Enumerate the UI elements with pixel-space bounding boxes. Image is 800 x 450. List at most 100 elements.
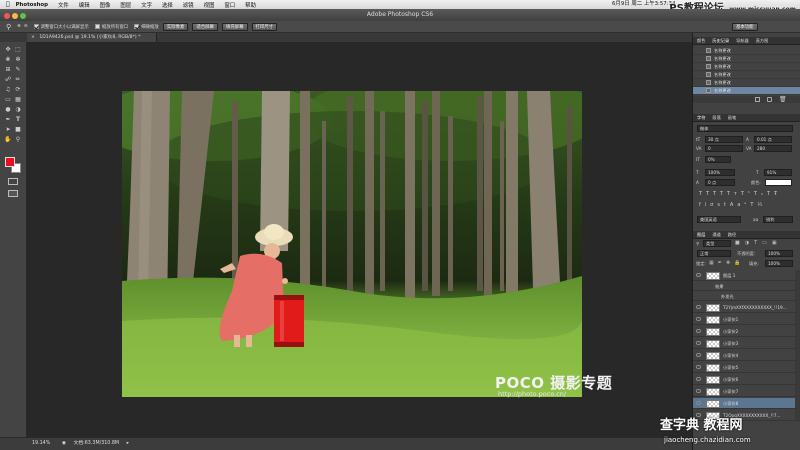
pen-tool-icon[interactable]: ✒ xyxy=(4,116,12,124)
print-size-button[interactable]: 打印尺寸 xyxy=(251,22,278,31)
tab-history[interactable]: 历史记录 xyxy=(712,38,729,43)
brush-tool-icon[interactable]: ✏ xyxy=(14,76,22,84)
menu-window[interactable]: 窗口 xyxy=(224,1,235,9)
shape-tool-icon[interactable]: ■ xyxy=(14,126,22,134)
font-size-field[interactable]: 30 点 xyxy=(705,136,743,143)
layer-row[interactable]: T2YjmXXfXXXXXXXXXX_!!19... xyxy=(693,302,795,314)
kerning-field[interactable]: 0 xyxy=(705,145,743,152)
status-zoom[interactable]: 19.14% xyxy=(32,441,50,446)
menu-file[interactable]: 文件 xyxy=(58,1,69,9)
layer-row[interactable]: 小家伙7 xyxy=(693,386,795,398)
tab-channels[interactable]: 通道 xyxy=(712,232,720,237)
vertical-scale-field[interactable]: 91% xyxy=(764,169,792,176)
layer-filter-kind-select[interactable]: 类型 xyxy=(703,240,731,247)
path-selection-tool-icon[interactable]: ➤ xyxy=(4,126,12,134)
close-tab-icon[interactable]: × xyxy=(31,35,35,40)
subscript-icon[interactable]: T₁ xyxy=(754,191,767,197)
filter-smart-icon[interactable]: ▣ xyxy=(772,240,782,246)
snapshot-icon[interactable] xyxy=(767,97,772,102)
status-arrow-icon[interactable]: ▸ xyxy=(127,441,129,446)
menu-view[interactable]: 视图 xyxy=(204,1,215,9)
eyedropper-tool-icon[interactable]: ✎ xyxy=(14,66,22,74)
menubar-clock[interactable]: 6月9日 周二 上午3:57:34 xyxy=(612,0,675,9)
small-caps-icon[interactable]: Tт xyxy=(727,191,741,197)
visibility-eye-icon[interactable] xyxy=(696,353,701,357)
menu-select[interactable]: 选择 xyxy=(162,1,173,9)
visibility-eye-icon[interactable] xyxy=(696,377,701,381)
filter-type-icon[interactable]: T xyxy=(754,240,762,246)
new-document-from-state-icon[interactable] xyxy=(755,97,760,102)
menu-app-photoshop[interactable]: Photoshop xyxy=(16,2,48,8)
gradient-tool-icon[interactable]: ▦ xyxy=(14,96,22,104)
faux-bold-icon[interactable]: T xyxy=(699,191,706,197)
stylistic-icon[interactable]: st xyxy=(717,202,730,208)
tab-layers[interactable]: 图层 xyxy=(697,232,705,237)
visibility-eye-icon[interactable] xyxy=(696,389,701,393)
quick-mask-icon[interactable] xyxy=(8,178,18,185)
tab-paths[interactable]: 路径 xyxy=(728,232,736,237)
discretionary-icon[interactable]: ½ xyxy=(757,202,766,208)
layer-effect-outer-glow[interactable]: 外发光 xyxy=(693,292,795,301)
layer-row[interactable]: 小家伙5 xyxy=(693,362,795,374)
lock-image-icon[interactable]: ✒ xyxy=(718,260,726,266)
history-item[interactable]: 名称更改 xyxy=(693,47,800,55)
layer-row[interactable]: 小家伙1 xyxy=(693,314,795,326)
lock-position-icon[interactable]: ✥ xyxy=(726,260,734,266)
visibility-eye-icon[interactable] xyxy=(696,305,701,309)
history-item[interactable]: 名称更改 xyxy=(693,79,800,87)
actual-pixels-button[interactable]: 实际像素 xyxy=(162,22,189,31)
antialias-select[interactable]: 锐利 xyxy=(763,216,793,223)
layer-effects-row[interactable]: 效果 xyxy=(693,282,795,291)
baseline-shift-field[interactable]: 0 点 xyxy=(705,179,735,186)
menu-filter[interactable]: 滤镜 xyxy=(183,1,194,9)
lock-transparent-icon[interactable]: ▦ xyxy=(709,260,718,266)
status-info-icon[interactable]: ◉ xyxy=(62,441,66,446)
text-color-swatch[interactable] xyxy=(765,179,792,186)
eraser-tool-icon[interactable]: ▭ xyxy=(4,96,12,104)
visibility-eye-icon[interactable] xyxy=(696,329,701,333)
blur-tool-icon[interactable]: ● xyxy=(4,106,12,114)
dodge-tool-icon[interactable]: ◑ xyxy=(14,106,22,114)
fit-screen-button[interactable]: 适合屏幕 xyxy=(192,22,218,31)
scrubby-zoom-checkbox[interactable] xyxy=(134,24,140,29)
visibility-eye-icon[interactable] xyxy=(696,365,701,369)
faux-italic-icon[interactable]: T xyxy=(706,191,713,197)
horizontal-scale-field[interactable]: 100% xyxy=(705,169,735,176)
tracking-field[interactable]: 280 xyxy=(754,145,792,152)
opacity-field[interactable]: 100% xyxy=(765,250,793,257)
menu-image[interactable]: 图像 xyxy=(100,1,111,9)
move-tool-icon[interactable]: ✥ xyxy=(4,46,12,54)
visibility-eye-icon[interactable] xyxy=(696,401,701,405)
lock-all-icon[interactable]: 🔒 xyxy=(734,260,744,266)
minimize-window-button[interactable] xyxy=(12,13,18,19)
crop-tool-icon[interactable]: ⊞ xyxy=(4,66,12,74)
fill-screen-button[interactable]: 填充屏幕 xyxy=(221,22,248,31)
menu-layer[interactable]: 图层 xyxy=(120,1,131,9)
apple-icon[interactable]:  xyxy=(6,1,10,8)
tab-character[interactable]: 字符 xyxy=(697,115,705,120)
filter-shape-icon[interactable]: ▭ xyxy=(762,240,772,246)
trash-icon[interactable]: 🗑 xyxy=(779,96,787,103)
document-canvas-photo[interactable] xyxy=(122,91,582,397)
screen-mode-icon[interactable] xyxy=(8,190,18,197)
underline-icon[interactable]: T xyxy=(767,191,774,197)
superscript-icon[interactable]: T¹ xyxy=(741,191,754,197)
layer-row[interactable]: 小家伙4 xyxy=(693,350,795,362)
close-window-button[interactable] xyxy=(4,13,10,19)
zoom-tool-icon[interactable]: ⚲ xyxy=(6,23,11,31)
layer-row[interactable]: 小家伙6 xyxy=(693,374,795,386)
workspace-switcher[interactable]: 基本功能 xyxy=(732,23,758,31)
tab-brush[interactable]: 画笔 xyxy=(728,115,736,120)
zoom-all-windows-checkbox[interactable] xyxy=(94,24,100,29)
leading-field[interactable]: 0.01 点 xyxy=(754,136,792,143)
zoom-in-icon[interactable]: ⊕ xyxy=(17,24,21,29)
zoom-tool-icon-box[interactable]: ⚲ xyxy=(14,136,22,144)
filter-adjustment-icon[interactable]: ◑ xyxy=(745,240,754,246)
foreground-color-swatch[interactable] xyxy=(5,157,15,167)
clone-stamp-tool-icon[interactable]: ♫ xyxy=(4,86,12,94)
menu-help[interactable]: 帮助 xyxy=(245,1,256,9)
history-item-selected[interactable]: 名称更改 xyxy=(693,87,800,95)
marquee-tool-icon[interactable]: ⬚ xyxy=(14,46,22,54)
font-family-select[interactable]: 楷体 xyxy=(697,125,793,132)
ordinal-icon[interactable]: aᵃ xyxy=(737,202,750,208)
